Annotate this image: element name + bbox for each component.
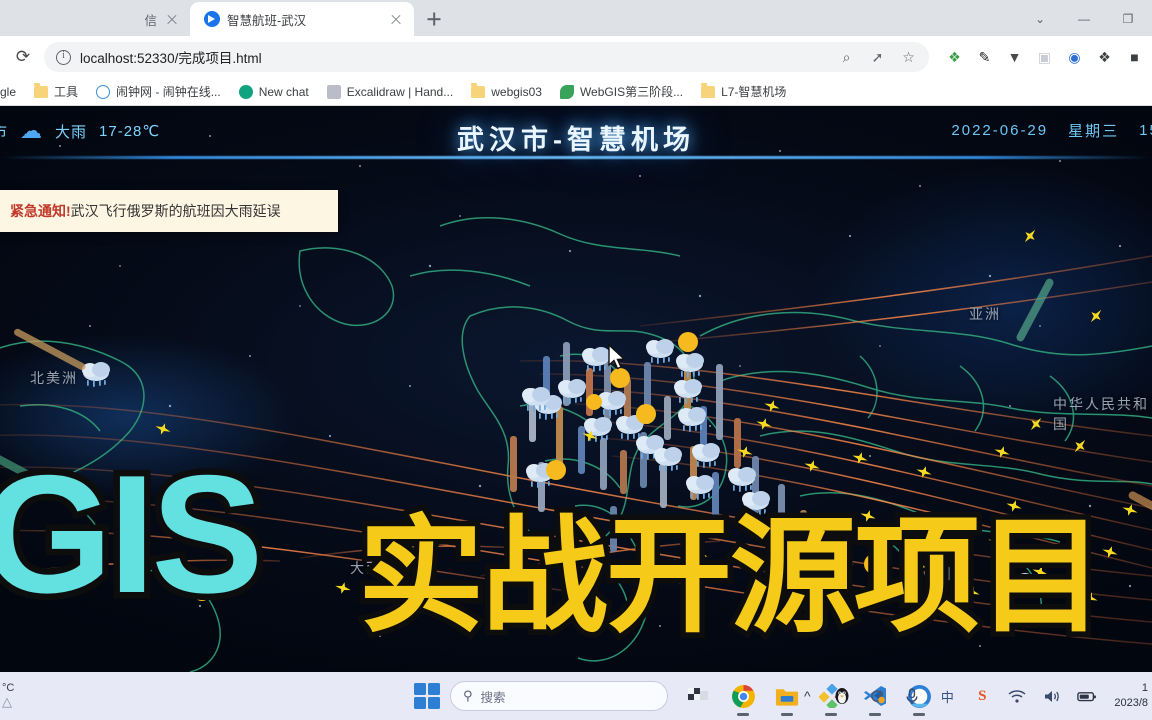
webpage-content: 市 ☁ 大雨 17-28℃ 武汉市-智慧机场 2022-06-29 星期三 15… bbox=[0, 106, 1152, 672]
browser-toolbar: ⟳ localhost:52330/完成项目.html ⌕ ➚ ☆ ❖ ✎ ▼ … bbox=[0, 36, 1152, 78]
window-controls: ⌄ — ❐ bbox=[1018, 2, 1152, 36]
screen: 信 智慧航班-武汉 ⌄ — ❐ ⟳ localhost:52330/完成项目.h… bbox=[0, 0, 1152, 720]
wifi-icon[interactable] bbox=[1007, 686, 1027, 706]
eyedropper-ext-icon[interactable]: ✎ bbox=[975, 48, 994, 67]
ime-chinese-icon[interactable]: 中 bbox=[937, 686, 957, 706]
taskbar-clock[interactable]: 1 2023/8 bbox=[1112, 681, 1148, 711]
map-label-atlantic-ocean: 大西洋 bbox=[350, 558, 398, 578]
date-label: 2022-06-29 bbox=[951, 122, 1048, 139]
color-picker-ext-icon[interactable]: ❖ bbox=[945, 48, 964, 67]
image-ext-icon[interactable]: ▣ bbox=[1035, 48, 1054, 67]
leaf-icon bbox=[560, 85, 574, 99]
extensions-strip: ❖ ✎ ▼ ▣ ◉ ❖ ■ bbox=[935, 48, 1144, 67]
bookmark-label: WebGIS第三阶段... bbox=[580, 83, 683, 100]
notice-prefix: 紧急通知! bbox=[10, 201, 71, 221]
clock-time: 1 bbox=[1114, 681, 1148, 696]
qq-icon[interactable] bbox=[832, 686, 852, 706]
profile-chevron-icon[interactable]: ⌄ bbox=[1018, 4, 1062, 34]
url-text: localhost:52330/完成项目.html bbox=[80, 47, 262, 67]
pen-icon bbox=[327, 85, 341, 99]
maximize-button[interactable]: ❐ bbox=[1106, 4, 1150, 34]
folder-icon bbox=[701, 86, 715, 98]
bookmark-item[interactable]: WebGIS第三阶段... bbox=[551, 80, 692, 104]
notice-text: 武汉飞行俄罗斯的航班因大雨延误 bbox=[71, 201, 281, 221]
bookmark-item[interactable]: New chat bbox=[230, 80, 318, 104]
folder-icon bbox=[471, 86, 485, 98]
clock-icon bbox=[96, 85, 110, 99]
clock-date: 2023/8 bbox=[1114, 696, 1148, 711]
bookmark-item[interactable]: 工具 bbox=[25, 80, 87, 104]
sync-icon[interactable] bbox=[867, 686, 887, 706]
close-icon[interactable] bbox=[388, 11, 404, 27]
time-label: 15: bbox=[1139, 122, 1152, 139]
tab-title: 智慧航班-武汉 bbox=[227, 10, 381, 29]
star-icon[interactable]: ☆ bbox=[900, 49, 917, 66]
tab-title: 信 bbox=[144, 10, 157, 29]
map-label-asia: 亚洲 bbox=[969, 304, 1001, 324]
mouse-cursor bbox=[607, 344, 627, 372]
taskbar-weather-widget[interactable]: °C △ bbox=[0, 672, 52, 720]
bookmark-item[interactable]: L7-智慧机场 bbox=[692, 80, 795, 104]
microphone-icon[interactable] bbox=[902, 686, 922, 706]
search-placeholder: 搜索 bbox=[481, 687, 506, 706]
weather-glyph-icon: △ bbox=[2, 694, 52, 710]
map-label-china: 中华人民共和国 bbox=[1053, 394, 1152, 434]
bookmark-item[interactable]: webgis03 bbox=[462, 80, 551, 104]
taskbar-system-tray: ^ bbox=[797, 672, 1152, 720]
chrome-icon[interactable] bbox=[728, 681, 758, 711]
share-icon[interactable]: ➚ bbox=[869, 49, 886, 66]
sogou-input-icon[interactable]: S bbox=[972, 686, 992, 706]
bookmark-item[interactable]: 闹钟网 - 闹钟在线... bbox=[87, 80, 230, 104]
browser-tab-strip: 信 智慧航班-武汉 ⌄ — ❐ bbox=[0, 0, 1152, 36]
weekday-label: 星期三 bbox=[1068, 120, 1119, 141]
weather-temp: °C bbox=[2, 682, 52, 694]
emergency-notice-banner: 紧急通知! 武汉飞行俄罗斯的航班因大雨延误 bbox=[0, 190, 338, 232]
address-bar[interactable]: localhost:52330/完成项目.html ⌕ ➚ ☆ bbox=[44, 42, 929, 72]
map-label-north-america: 北美洲 bbox=[30, 368, 78, 388]
bookmark-label: Excalidraw | Hand... bbox=[347, 85, 454, 99]
bookmark-label: 闹钟网 - 闹钟在线... bbox=[116, 83, 221, 100]
new-tab-button[interactable] bbox=[420, 5, 448, 33]
omnibox-actions: ⌕ ➚ ☆ bbox=[828, 49, 917, 66]
folder-icon bbox=[34, 86, 48, 98]
bookmark-label: webgis03 bbox=[491, 85, 542, 99]
show-hidden-icons[interactable]: ^ bbox=[797, 686, 817, 706]
task-view-icon[interactable] bbox=[684, 681, 714, 711]
close-icon[interactable] bbox=[164, 11, 180, 27]
windows-taskbar: °C △ ⚲ 搜索 bbox=[0, 672, 1152, 720]
browser-tab-inactive[interactable]: 信 bbox=[0, 2, 190, 36]
coastlines bbox=[0, 218, 1152, 672]
battery-icon[interactable] bbox=[1077, 686, 1097, 706]
sidepanel-ext-icon[interactable]: ■ bbox=[1125, 48, 1144, 67]
search-minus-icon[interactable]: ⌕ bbox=[838, 49, 855, 66]
puzzle-ext-icon[interactable]: ❖ bbox=[1095, 48, 1114, 67]
bookmarks-bar: gle 工具 闹钟网 - 闹钟在线... New chat Excalidraw… bbox=[0, 78, 1152, 106]
browser-tab-active[interactable]: 智慧航班-武汉 bbox=[190, 2, 414, 36]
header-datetime: 2022-06-29 星期三 15: bbox=[951, 120, 1152, 141]
bookmark-item[interactable]: gle bbox=[0, 80, 25, 104]
chat-icon bbox=[239, 85, 253, 99]
opera-ext-icon[interactable]: ◉ bbox=[1065, 48, 1084, 67]
reload-icon[interactable]: ⟳ bbox=[8, 42, 38, 72]
bookmark-label: 工具 bbox=[54, 83, 78, 100]
bookmark-label: gle bbox=[0, 85, 16, 99]
minimize-button[interactable]: — bbox=[1062, 4, 1106, 34]
search-icon: ⚲ bbox=[463, 688, 473, 704]
taskbar-search-input[interactable]: ⚲ 搜索 bbox=[450, 681, 668, 711]
app-header: 市 ☁ 大雨 17-28℃ 武汉市-智慧机场 2022-06-29 星期三 15… bbox=[0, 106, 1152, 168]
bookmark-label: New chat bbox=[259, 85, 309, 99]
start-button[interactable] bbox=[414, 683, 440, 709]
site-info-icon[interactable] bbox=[56, 50, 71, 65]
bookmark-item[interactable]: Excalidraw | Hand... bbox=[318, 80, 463, 104]
volume-icon[interactable] bbox=[1042, 686, 1062, 706]
vue-devtools-ext-icon[interactable]: ▼ bbox=[1005, 48, 1024, 67]
flight-favicon bbox=[204, 11, 220, 27]
bookmark-label: L7-智慧机场 bbox=[721, 83, 786, 100]
